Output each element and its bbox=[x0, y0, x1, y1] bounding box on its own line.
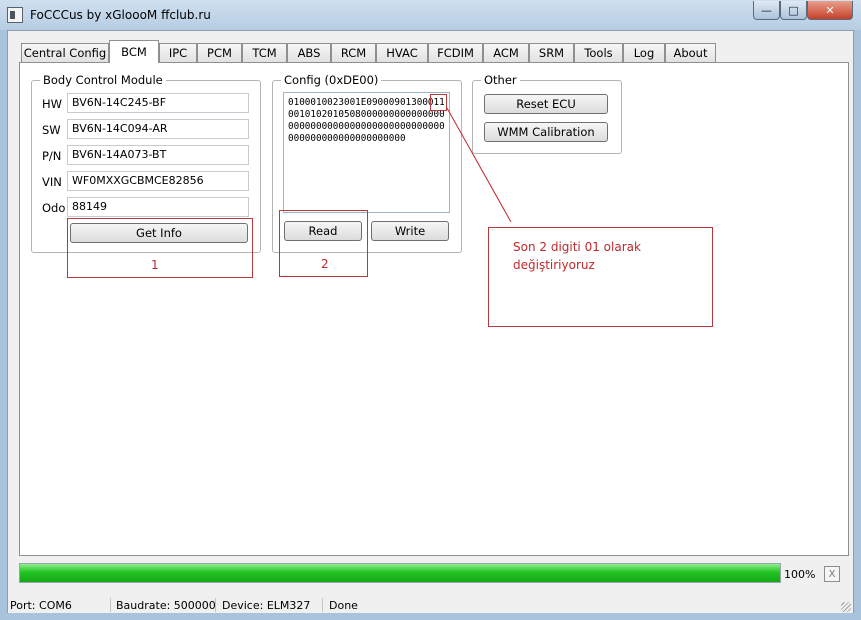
annotation-note-line1: Son 2 digiti 01 olarak bbox=[513, 240, 641, 254]
annotation-note-line2: değiştiriyoruz bbox=[513, 258, 595, 272]
annotation-arrow-line bbox=[446, 107, 512, 223]
annotation-label-2: 2 bbox=[321, 257, 329, 271]
annotation-label-1: 1 bbox=[151, 258, 159, 272]
